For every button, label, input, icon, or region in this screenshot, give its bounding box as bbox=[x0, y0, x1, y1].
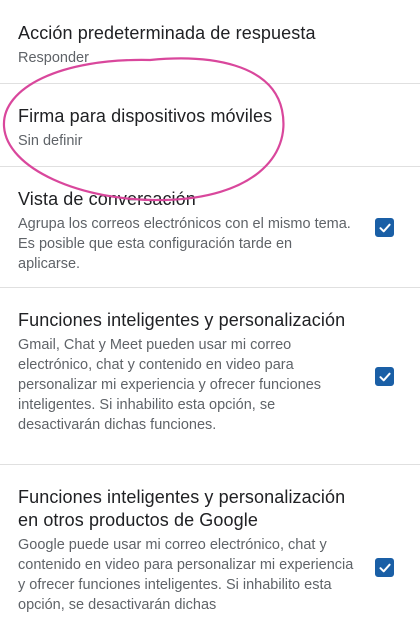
settings-list: Acción predeterminada de respuesta Respo… bbox=[0, 0, 420, 630]
setting-title: Funciones inteligentes y personalización… bbox=[18, 487, 346, 530]
divider bbox=[0, 287, 420, 288]
smart-features-checkbox[interactable] bbox=[375, 367, 394, 386]
setting-value: Sin definir bbox=[18, 133, 83, 149]
check-icon bbox=[379, 563, 391, 572]
setting-description: Google puede usar mi correo electrónico,… bbox=[18, 537, 354, 613]
setting-title: Firma para dispositivos móviles bbox=[18, 106, 273, 126]
setting-conversation-view[interactable]: Vista de conversación Agrupa los correos… bbox=[0, 188, 420, 274]
setting-title: Acción predeterminada de respuesta bbox=[18, 23, 316, 43]
smart-features-other-checkbox[interactable] bbox=[375, 558, 394, 577]
setting-title: Funciones inteligentes y personalización bbox=[18, 310, 346, 330]
setting-reply-default[interactable]: Acción predeterminada de respuesta Respo… bbox=[0, 22, 420, 68]
setting-title: Vista de conversación bbox=[18, 189, 196, 209]
setting-smart-features[interactable]: Funciones inteligentes y personalización… bbox=[0, 309, 420, 435]
divider bbox=[0, 464, 420, 465]
setting-mobile-signature[interactable]: Firma para dispositivos móviles Sin defi… bbox=[0, 105, 420, 151]
divider bbox=[0, 83, 420, 84]
setting-value: Responder bbox=[18, 50, 89, 66]
conversation-view-checkbox[interactable] bbox=[375, 218, 394, 237]
divider bbox=[0, 166, 420, 167]
setting-description: Gmail, Chat y Meet pueden usar mi correo… bbox=[18, 337, 322, 433]
setting-description: Agrupa los correos electrónicos con el m… bbox=[18, 216, 351, 272]
setting-smart-features-other[interactable]: Funciones inteligentes y personalización… bbox=[0, 486, 420, 615]
check-icon bbox=[379, 372, 391, 381]
check-icon bbox=[379, 223, 391, 232]
